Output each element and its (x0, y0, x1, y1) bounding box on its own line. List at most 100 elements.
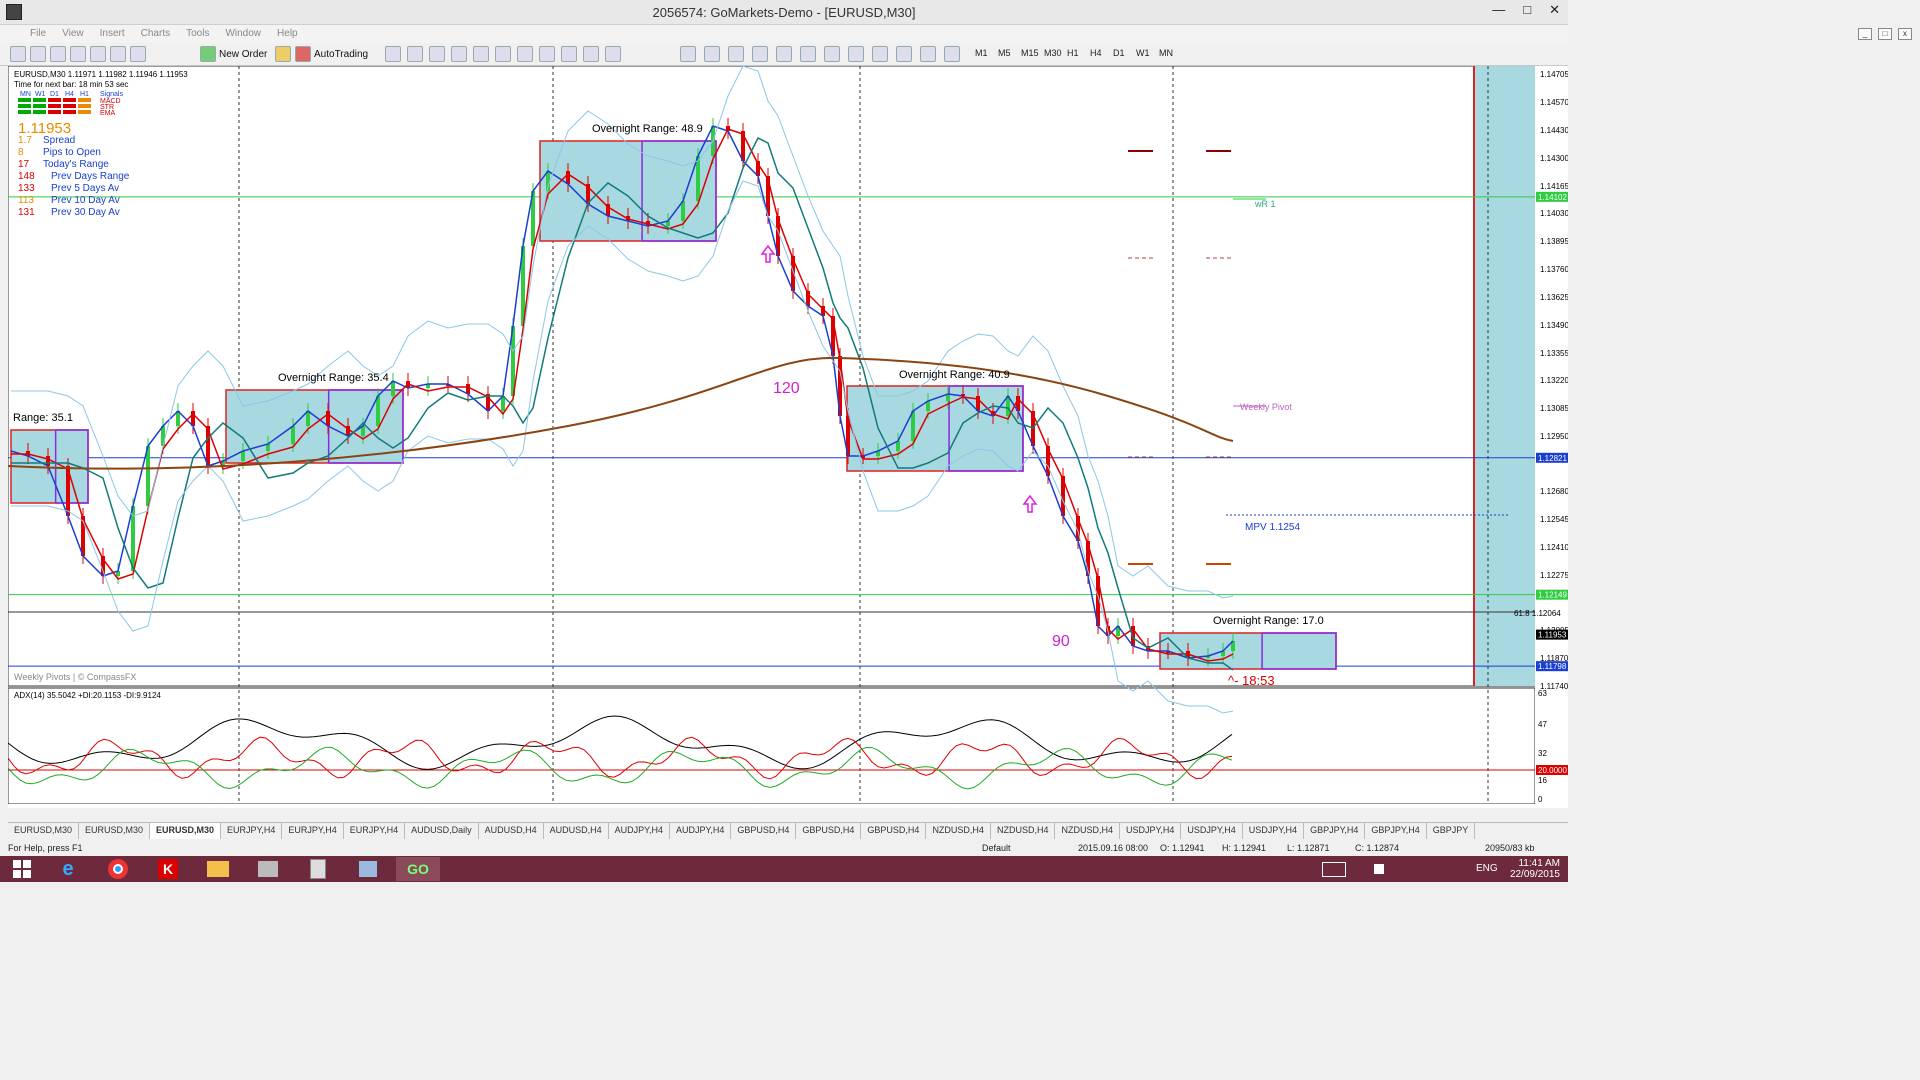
windows-icon (13, 860, 31, 878)
menu-view[interactable]: View (54, 25, 92, 42)
indicators-icon[interactable] (561, 46, 577, 62)
keyboard-icon[interactable] (1322, 862, 1346, 877)
autotrading-button[interactable]: AutoTrading (295, 46, 368, 62)
equidistant-channel-icon[interactable] (800, 46, 816, 62)
horizontal-line-icon[interactable] (752, 46, 768, 62)
cursor-icon[interactable] (680, 46, 696, 62)
timeframe-m1[interactable]: M1 (975, 48, 988, 58)
chart-tab[interactable]: USDJPY,H4 (1181, 823, 1243, 839)
chart-tab[interactable]: GBPUSD,H4 (796, 823, 862, 839)
zoom-out-icon[interactable] (473, 46, 489, 62)
new-order-button[interactable]: New Order (200, 46, 267, 62)
flag-icon[interactable] (1374, 864, 1384, 874)
trendline-icon[interactable] (776, 46, 792, 62)
chart-window[interactable]: Range: 35.1 Overnight Range: 35.4 Overnigh… (7, 65, 1569, 817)
text-label-icon[interactable] (872, 46, 888, 62)
adx-level-label: 20.0000 (1538, 766, 1567, 775)
calculator-button[interactable] (296, 857, 340, 881)
chart-tab[interactable]: GBPJPY,H4 (1365, 823, 1427, 839)
chart-tab[interactable]: EURJPY,H4 (282, 823, 344, 839)
menu-insert[interactable]: Insert (92, 25, 133, 42)
periods-icon[interactable] (583, 46, 599, 62)
metaeditor-icon[interactable] (275, 46, 291, 62)
chart-tab[interactable]: USDJPY,H4 (1120, 823, 1182, 839)
maximize-icon[interactable]: □ (1523, 2, 1531, 18)
ellipse-icon[interactable] (920, 46, 936, 62)
chart-tab[interactable]: AUDUSD,Daily (405, 823, 479, 839)
chart-tab[interactable]: EURJPY,H4 (221, 823, 283, 839)
clock-time[interactable]: 11:41 AM (1510, 858, 1560, 869)
chart-tab[interactable]: GBPUSD,H4 (861, 823, 927, 839)
new-chart-icon[interactable] (10, 46, 26, 62)
chart-tab[interactable]: GBPUSD,H4 (731, 823, 797, 839)
mdi-minimize-icon[interactable]: _ (1858, 28, 1872, 40)
stat-label: Prev 10 Day Av (51, 195, 120, 206)
timeframe-h1[interactable]: H1 (1067, 48, 1079, 58)
bar-chart-icon[interactable] (385, 46, 401, 62)
tile-windows-icon[interactable] (495, 46, 511, 62)
chart-tab[interactable]: AUDUSD,H4 (544, 823, 609, 839)
input-language[interactable]: ENG (1476, 863, 1498, 874)
chart-tab[interactable]: AUDJPY,H4 (670, 823, 732, 839)
chart-tab[interactable]: NZDUSD,H4 (926, 823, 991, 839)
app-button[interactable] (246, 857, 290, 881)
close-icon[interactable]: ✕ (1549, 2, 1560, 18)
vertical-line-icon[interactable] (728, 46, 744, 62)
profiles-icon[interactable] (30, 46, 46, 62)
minimize-icon[interactable]: — (1492, 2, 1505, 18)
metatrader-button[interactable]: GO (396, 857, 440, 881)
arrows-icon[interactable] (944, 46, 960, 62)
timeframe-h4[interactable]: H4 (1090, 48, 1102, 58)
menu-file[interactable]: File (22, 25, 54, 42)
menu-charts[interactable]: Charts (133, 25, 178, 42)
start-button[interactable] (0, 857, 44, 881)
zoom-in-icon[interactable] (451, 46, 467, 62)
templates-icon[interactable] (605, 46, 621, 62)
chart-tab[interactable]: NZDUSD,H4 (1055, 823, 1120, 839)
ie-button[interactable]: e (46, 857, 90, 881)
terminal-icon[interactable] (110, 46, 126, 62)
timeframe-w1[interactable]: W1 (1136, 48, 1150, 58)
mdi-restore-icon[interactable]: □ (1878, 28, 1892, 40)
candlestick-icon[interactable] (407, 46, 423, 62)
line-chart-icon[interactable] (429, 46, 445, 62)
kaspersky-button[interactable]: K (146, 857, 190, 881)
menu-help[interactable]: Help (269, 25, 306, 42)
mdi-close-icon[interactable]: x (1898, 28, 1912, 40)
timeframe-m15[interactable]: M15 (1021, 48, 1039, 58)
snipping-button[interactable] (346, 857, 390, 881)
chart-tab[interactable]: AUDUSD,H4 (479, 823, 544, 839)
autoscroll-icon[interactable] (517, 46, 533, 62)
price-chart[interactable]: Range: 35.1 Overnight Range: 35.4 Overnigh… (7, 65, 1569, 817)
navigator-icon[interactable] (90, 46, 106, 62)
tester-icon[interactable] (130, 46, 146, 62)
menu-tools[interactable]: Tools (178, 25, 217, 42)
text-icon[interactable] (848, 46, 864, 62)
chart-tab[interactable]: EURJPY,H4 (344, 823, 406, 839)
menu-window[interactable]: Window (217, 25, 269, 42)
chart-tab[interactable]: GBPJPY (1427, 823, 1476, 839)
clock-date[interactable]: 22/09/2015 (1510, 869, 1560, 880)
chart-tab[interactable]: EURUSD,M30 (79, 823, 151, 839)
crosshair-icon[interactable] (704, 46, 720, 62)
adx-axis-label: 32 (1538, 749, 1547, 758)
timeframe-m5[interactable]: M5 (998, 48, 1011, 58)
rectangle-icon[interactable] (896, 46, 912, 62)
chrome-button[interactable] (96, 857, 140, 881)
chart-tab[interactable]: USDJPY,H4 (1243, 823, 1305, 839)
price-tag-label: 1.11798 (1538, 662, 1567, 671)
explorer-button[interactable] (196, 857, 240, 881)
chart-tab[interactable]: NZDUSD,H4 (991, 823, 1056, 839)
timeframe-mn[interactable]: MN (1159, 48, 1173, 58)
chart-tab[interactable]: EURUSD,M30 (150, 823, 222, 839)
chart-shift-icon[interactable] (539, 46, 555, 62)
timeframe-d1[interactable]: D1 (1113, 48, 1125, 58)
timeframe-m30[interactable]: M30 (1044, 48, 1062, 58)
market-watch-icon[interactable] (50, 46, 66, 62)
data-window-icon[interactable] (70, 46, 86, 62)
chart-tab[interactable]: EURUSD,M30 (8, 823, 80, 839)
fibonacci-icon[interactable] (824, 46, 840, 62)
chart-tab[interactable]: AUDJPY,H4 (609, 823, 671, 839)
pip-count-label: 90 (1052, 633, 1070, 650)
chart-tab[interactable]: GBPJPY,H4 (1304, 823, 1366, 839)
